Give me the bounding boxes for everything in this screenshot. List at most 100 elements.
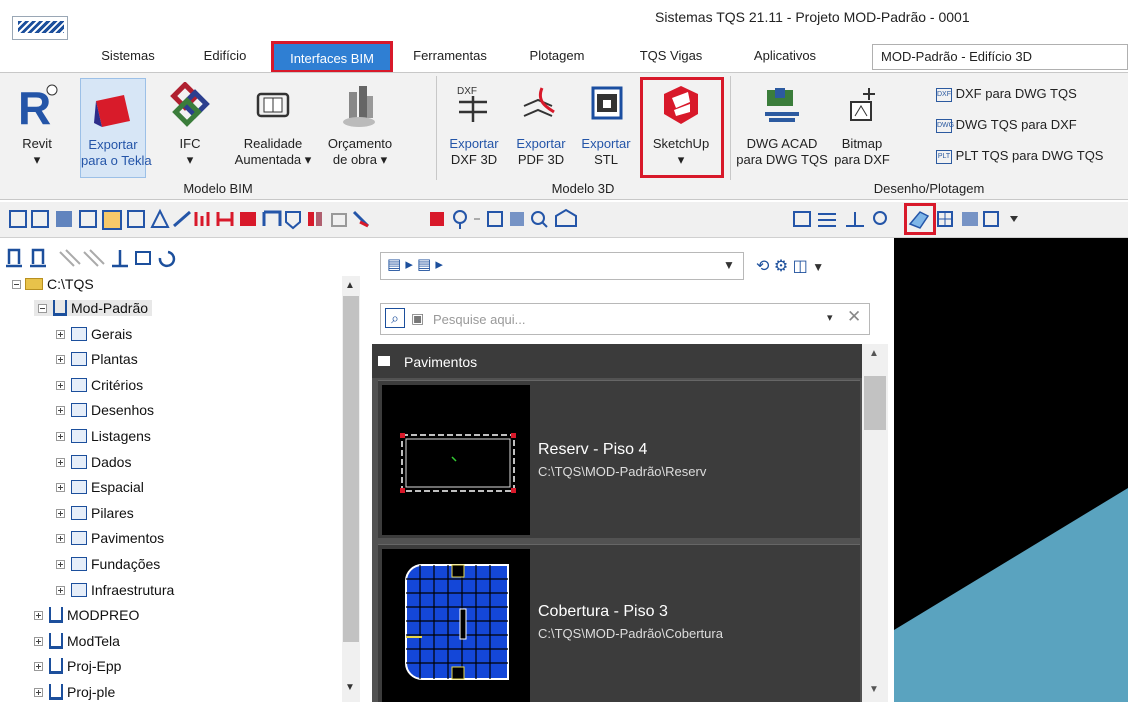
tab-sistemas[interactable]: Sistemas <box>92 48 164 63</box>
tree-item-label: Critérios <box>91 377 144 393</box>
tab-interfaces-bim[interactable]: Interfaces BIM <box>271 41 393 73</box>
tree-item[interactable]: Plantas <box>56 351 138 367</box>
building-icon <box>49 684 63 700</box>
document-selector[interactable]: MOD-Padrão - Edifício 3D <box>872 44 1128 70</box>
toolbar-tag-highlight <box>904 203 936 235</box>
3d-viewport[interactable] <box>894 238 1128 702</box>
expand-icon[interactable] <box>34 636 43 646</box>
tree-item[interactable]: Pilares <box>56 505 134 521</box>
expand-icon[interactable] <box>56 508 65 518</box>
expand-icon[interactable] <box>56 585 65 595</box>
export-pdf-3d-button[interactable]: Exportar PDF 3D <box>510 78 572 178</box>
pavements-header[interactable]: Pavimentos <box>372 344 872 378</box>
pavements-scrollbar[interactable]: ▲ ▼ <box>862 344 888 702</box>
revit-button[interactable]: R Revit ▾ <box>6 78 68 178</box>
path-combobox[interactable]: ▤ ▸ ▤ ▸ ▼ <box>380 252 744 280</box>
search-options-icon[interactable]: ▣ <box>411 310 424 327</box>
export-stl-label-2: STL <box>594 152 618 167</box>
tree-item-label: Pavimentos <box>91 530 165 546</box>
export-stl-button[interactable]: Exportar STL <box>574 78 638 178</box>
building-budget-icon <box>343 86 375 127</box>
search-dropdown-icon[interactable]: ▾ <box>827 311 833 324</box>
export-tekla-button[interactable]: Exportar para o Tekla <box>80 78 152 178</box>
tab-edificio[interactable]: Edifício <box>192 48 258 63</box>
dwg-to-dxf-link[interactable]: DWG DWG TQS para DXF <box>936 117 1077 133</box>
scrollbar-thumb[interactable] <box>864 376 886 430</box>
tree-item[interactable]: Espacial <box>56 479 144 495</box>
collapse-icon[interactable] <box>12 279 21 289</box>
tree-item[interactable]: Desenhos <box>56 402 154 418</box>
ifc-button[interactable]: IFC ▾ <box>160 78 220 178</box>
collapse-icon[interactable] <box>38 303 47 313</box>
tree-item[interactable]: Proj-Epp <box>34 658 121 674</box>
tab-ferramentas[interactable]: Ferramentas <box>398 48 502 63</box>
expand-icon[interactable] <box>56 405 65 415</box>
tree-root[interactable]: C:\TQS <box>12 276 94 292</box>
expand-icon[interactable] <box>34 610 43 620</box>
search-input[interactable]: ⌕ ▣ Pesquise aqui... ▾ ✕ <box>380 303 870 335</box>
tree-item[interactable]: Infraestrutura <box>56 582 174 598</box>
tree-item[interactable]: Listagens <box>56 428 151 444</box>
search-placeholder: Pesquise aqui... <box>433 312 526 327</box>
pavement-card-cobertura[interactable]: Cobertura - Piso 3 C:\TQS\MOD-Padrão\Cob… <box>378 544 860 702</box>
export-pdf-3d-label-2: PDF 3D <box>517 152 565 167</box>
expand-icon[interactable] <box>56 354 65 364</box>
tree-item[interactable]: Proj-ple <box>34 684 115 700</box>
tree-item[interactable]: MODPREO <box>34 607 139 623</box>
export-tekla-label-1: Exportar <box>88 137 138 152</box>
chevron-down-icon[interactable]: ▼ <box>723 258 735 272</box>
dxf-to-dwg-link[interactable]: DXF DXF para DWG TQS <box>936 86 1077 102</box>
bitmap-button[interactable]: Bitmap para DXF <box>830 78 894 178</box>
tree-item[interactable]: Mod-Padrão <box>34 300 153 316</box>
expand-icon[interactable] <box>34 661 43 671</box>
expand-icon[interactable] <box>56 482 65 492</box>
augmented-reality-label-1: Realidade <box>243 136 303 151</box>
expand-icon[interactable] <box>56 457 65 467</box>
scroll-up-icon[interactable]: ▲ <box>345 280 355 291</box>
expand-icon[interactable] <box>56 559 65 569</box>
tree-item[interactable]: Fundações <box>56 556 160 572</box>
expand-icon[interactable] <box>56 431 65 441</box>
scroll-up-icon[interactable]: ▲ <box>869 348 879 359</box>
node-icon <box>71 583 87 597</box>
tab-tqs-vigas[interactable]: TQS Vigas <box>628 48 714 63</box>
tab-aplicativos[interactable]: Aplicativos <box>742 48 828 63</box>
augmented-reality-button[interactable]: Realidade Aumentada ▾ <box>234 78 312 178</box>
scroll-down-icon[interactable]: ▼ <box>869 684 879 695</box>
tree-item[interactable]: Pavimentos <box>56 530 164 546</box>
building-icon <box>49 607 63 623</box>
sketchup-highlight <box>640 77 724 178</box>
expand-icon[interactable] <box>56 329 65 339</box>
clear-search-icon[interactable]: ✕ <box>847 307 861 327</box>
tree-toolbar-icons[interactable] <box>6 248 176 268</box>
pavement-thumbnail <box>382 549 530 702</box>
tree-item[interactable]: ModTela <box>34 633 120 649</box>
tree-item-label: Listagens <box>91 428 151 444</box>
browser-tools-icons[interactable]: ⟲ ⚙ ◫ ▼ <box>756 256 856 280</box>
dwg-acad-button[interactable]: DWG ACAD para DWG TQS <box>736 78 828 178</box>
tree-item-label: Pilares <box>91 505 134 521</box>
expand-icon[interactable] <box>56 380 65 390</box>
bitmap-label-1: Bitmap <box>841 136 883 151</box>
collapse-section-icon[interactable] <box>378 356 390 366</box>
tab-plotagem[interactable]: Plotagem <box>520 48 594 63</box>
tree-item[interactable]: Dados <box>56 454 131 470</box>
expand-icon[interactable] <box>34 687 43 697</box>
node-icon <box>71 531 87 545</box>
pavement-card-reserv[interactable]: Reserv - Piso 4 C:\TQS\MOD-Padrão\Reserv <box>378 380 860 538</box>
export-dxf-3d-button[interactable]: DXF Exportar DXF 3D <box>440 78 508 178</box>
toolbar-3d-icons[interactable] <box>9 208 370 230</box>
node-icon <box>71 506 87 520</box>
plt-to-dwg-link[interactable]: PLT PLT TQS para DWG TQS <box>936 148 1103 164</box>
search-icon[interactable]: ⌕ <box>385 308 405 328</box>
tree-scrollbar-thumb[interactable] <box>343 296 359 642</box>
budget-button[interactable]: Orçamento de obra ▾ <box>318 78 402 178</box>
toolbar-view-icons[interactable] <box>430 208 577 229</box>
tree-item[interactable]: Gerais <box>56 326 132 342</box>
stl-icon <box>591 86 623 120</box>
expand-icon[interactable] <box>56 533 65 543</box>
toolbar-icons <box>9 208 1018 230</box>
scroll-down-icon[interactable]: ▼ <box>345 682 355 693</box>
tree-item[interactable]: Critérios <box>56 377 143 393</box>
ribbon-separator <box>730 76 731 180</box>
